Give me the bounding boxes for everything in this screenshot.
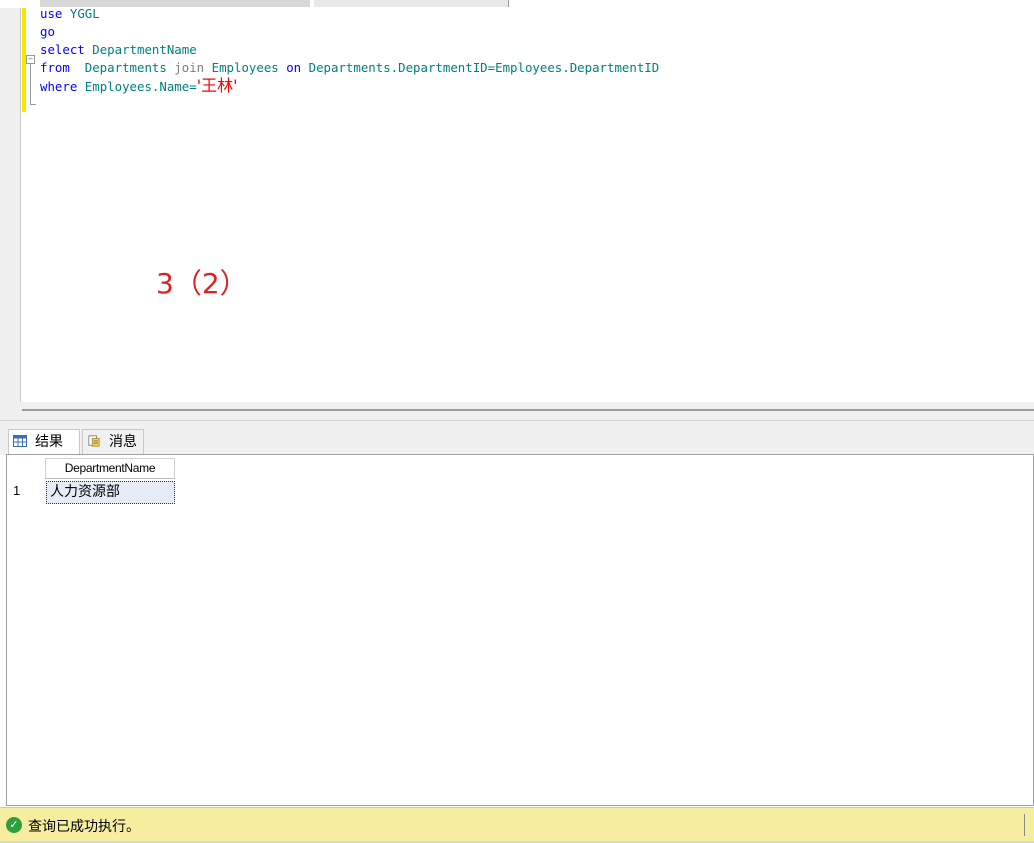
keyword: from [40,60,70,75]
identifier: Employees.Name= [84,79,197,94]
check-icon: ✓ [6,817,22,833]
string-literal: '王林' [196,76,238,95]
row-number[interactable]: 1 [13,483,33,498]
keyword: select [40,42,85,57]
collapse-toggle-icon[interactable]: − [26,55,35,64]
results-tab-strip: 结果 消息 [0,420,1034,455]
fold-line-end [30,104,36,105]
tab-results[interactable]: 结果 [8,429,80,454]
status-bar: ✓ 查询已成功执行。 [0,807,1034,842]
table-cell[interactable]: 人力资源部 [46,481,175,504]
code-line-5[interactable]: where Employees.Name='王林' [40,77,238,96]
code-line-2[interactable]: go [40,23,55,41]
query-editor[interactable]: − use YGGL go select DepartmentName from… [0,0,1034,402]
identifier: YGGL [69,6,100,21]
keyword: on [286,60,302,75]
identifier: Departments.DepartmentID=Employees.Depar… [308,60,660,75]
message-icon [88,435,100,447]
pane-splitter[interactable] [0,402,1034,420]
column-header[interactable]: DepartmentName [45,458,175,479]
keyword: go [40,24,55,39]
annotation-label: 3（2） [156,267,248,300]
results-grid[interactable]: DepartmentName 1 人力资源部 [6,454,1034,806]
splitter-grip[interactable] [22,409,1034,411]
code-line-3[interactable]: select DepartmentName [40,41,197,59]
status-message: 查询已成功执行。 [28,819,140,835]
document-tab[interactable] [314,0,509,7]
status-separator [1024,814,1025,836]
grid-corner[interactable] [7,455,45,477]
tab-results-label: 结果 [35,434,63,450]
keyword: use [40,6,63,21]
tab-messages-label: 消息 [109,434,137,450]
grid-icon [13,435,27,447]
identifier: DepartmentName [92,42,197,57]
identifier: Employees [211,60,279,75]
fold-line [30,64,31,104]
keyword: where [40,79,78,94]
code-line-4[interactable]: from Departments join Employees on Depar… [40,59,659,77]
identifier: Departments [84,60,167,75]
editor-margin [0,0,21,402]
keyword: join [174,60,205,75]
tab-messages[interactable]: 消息 [82,429,144,454]
document-tab-strip [0,0,1034,8]
document-tab[interactable] [40,0,310,7]
